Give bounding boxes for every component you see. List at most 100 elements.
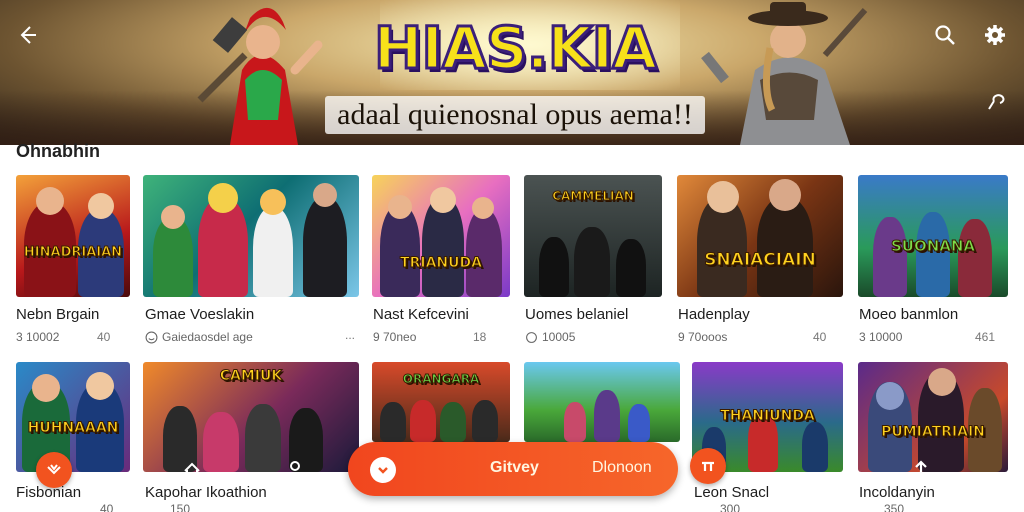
card-title: Moeo banmlon: [859, 306, 959, 323]
game-card[interactable]: [143, 175, 359, 297]
settings-button[interactable]: [980, 20, 1010, 50]
game-thumbnail: SNAIACIAIN: [677, 175, 843, 297]
card-meta-text: 9 70neo: [373, 330, 417, 344]
hero-left-character: [197, 7, 323, 145]
card-title: Gmae Voeslakin: [145, 306, 255, 323]
card-like-count: 40: [813, 330, 827, 344]
search-icon: [935, 25, 955, 45]
thumbnail-title: CAMIUK: [219, 368, 283, 384]
game-thumbnail: [143, 175, 359, 297]
card-like[interactable]: 40: [810, 330, 826, 344]
game-thumbnail: SUONANA: [858, 175, 1008, 297]
circle-icon: [526, 331, 537, 343]
card-like-count: 40: [97, 330, 111, 344]
chevron-down-icon: [378, 467, 388, 474]
profile-button[interactable]: [284, 458, 306, 480]
card-meta: 40: [100, 502, 113, 512]
back-button[interactable]: [12, 20, 42, 50]
card-like-count: 461: [975, 330, 996, 344]
card-like[interactable]: 40: [94, 330, 110, 344]
user-icon: [287, 461, 303, 479]
card-meta-text: 150: [170, 502, 191, 512]
game-card[interactable]: PUMIATRIAIN: [858, 362, 1008, 472]
game-thumbnail: [524, 362, 680, 442]
home-icon: [184, 462, 200, 480]
card-meta: 3 10000: [859, 330, 902, 344]
upload-button[interactable]: [910, 458, 932, 480]
game-thumbnail: HUHNAAAN: [16, 362, 130, 472]
card-meta-text: 300: [720, 502, 741, 512]
flame-button[interactable]: [36, 452, 72, 488]
plus-icon: [702, 461, 714, 471]
card-meta: 9 70neo: [373, 330, 416, 344]
game-thumbnail: ORANGARA: [372, 362, 510, 442]
thumbnail-title: CAMMELIAN: [552, 189, 635, 203]
card-meta: 10005: [525, 330, 575, 344]
game-card[interactable]: [524, 362, 680, 442]
card-meta-text: 9 70ooos: [678, 330, 728, 344]
nav-secondary-label[interactable]: Dlonoon: [592, 459, 652, 477]
back-arrow-icon: [20, 26, 36, 44]
card-like[interactable]: 18: [470, 330, 486, 344]
game-thumbnail: TRIANUDA: [372, 175, 510, 297]
card-meta: 9 70ooos: [678, 330, 727, 344]
nav-primary-label[interactable]: Gitvey: [490, 459, 539, 477]
gear-icon: [985, 25, 1005, 45]
card-title: Hadenplay: [678, 306, 750, 323]
card-meta-text: 3 10002: [16, 330, 60, 344]
home-button[interactable]: [181, 460, 203, 482]
add-button[interactable]: [690, 448, 726, 484]
thumbnail-title: ORANGARA: [402, 372, 480, 386]
card-title: Kapohar Ikoathion: [145, 484, 267, 501]
hero-banner[interactable]: HIAS.KIA adaal quienosnal opus aema!!: [0, 0, 1024, 145]
thumbnail-title: SUONANA: [890, 237, 976, 255]
arrow-up-icon: [915, 460, 927, 477]
game-card[interactable]: TRIANUDA: [372, 175, 510, 297]
thumbnail-title: HUHNAAAN: [27, 420, 119, 436]
nav-primary-icon-button[interactable]: [370, 457, 396, 483]
game-thumbnail: CAMMELIAN: [524, 175, 662, 297]
card-meta-text: 350: [884, 502, 905, 512]
game-thumbnail: CAMIUK: [143, 362, 359, 472]
game-card[interactable]: SNAIACIAIN: [677, 175, 843, 297]
thumbnail-title: TRIANUDA: [400, 255, 483, 271]
game-thumbnail: HINADRIAIAN: [16, 175, 130, 297]
game-card[interactable]: SUONANA: [858, 175, 1008, 297]
card-like[interactable]: 461: [972, 330, 995, 344]
search-button[interactable]: [930, 20, 960, 50]
game-card[interactable]: ORANGARA: [372, 362, 510, 442]
share-pin-icon: [988, 94, 1005, 110]
thumbnail-title: HINADRIAIAN: [23, 245, 123, 260]
brand-title: HIAS.KIA: [372, 14, 658, 82]
card-meta: 3 10002: [16, 330, 59, 344]
card-like-count: 18: [473, 330, 487, 344]
thumbnail-title: SNAIACIAIN: [704, 250, 817, 270]
card-meta: Gaiedaosdel age: [145, 330, 253, 344]
game-card[interactable]: HINADRIAIAN: [16, 175, 130, 297]
hero-right-character: [701, 2, 868, 145]
card-meta-text: 10005: [542, 330, 576, 344]
game-card[interactable]: HUHNAAAN: [16, 362, 130, 472]
card-meta-text: Gaiedaosdel age: [162, 330, 253, 344]
thumbnail-title: THANIUNDA: [720, 408, 816, 424]
card-title: Nast Kefcevini: [373, 306, 469, 323]
brand-subtitle: adaal quienosnal opus aema!!: [325, 96, 705, 134]
card-meta: 350: [884, 502, 904, 512]
card-more[interactable]: ...: [345, 328, 355, 342]
card-title: Incoldanyin: [859, 484, 935, 501]
card-meta: 150: [170, 502, 190, 512]
more-icon: ...: [345, 328, 356, 342]
bottom-nav-bar[interactable]: Gitvey Dlonoon: [348, 442, 678, 496]
flame-icon: [47, 464, 61, 475]
share-button[interactable]: [980, 86, 1010, 116]
app-page: HIAS.KIA adaal quienosnal opus aema!! Oh…: [0, 0, 1024, 512]
game-card[interactable]: CAMIUK: [143, 362, 359, 472]
thumbnail-title: PUMIATRIAIN: [881, 424, 986, 440]
game-card[interactable]: CAMMELIAN: [524, 175, 662, 297]
section-title: Ohnabhin: [16, 141, 100, 161]
card-meta-text: 40: [100, 502, 114, 512]
card-title: Uomes belaniel: [525, 306, 629, 323]
card-title: Leon Snacl: [694, 484, 770, 501]
card-meta: 300: [720, 502, 740, 512]
card-title: Nebn Brgain: [16, 306, 100, 323]
